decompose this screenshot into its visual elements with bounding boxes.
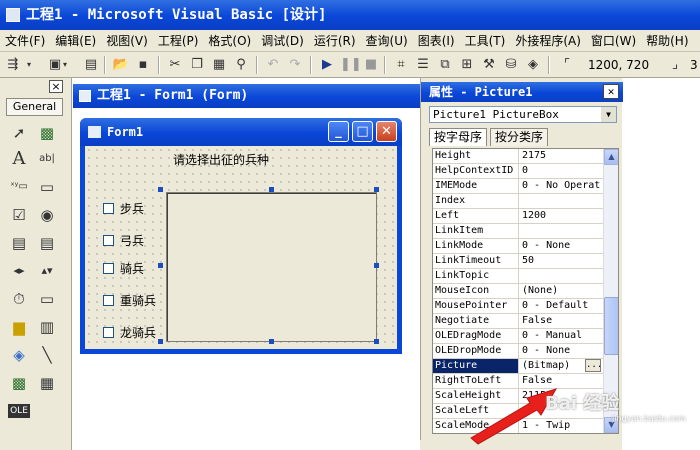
red-arrow-icon xyxy=(470,388,558,445)
watermark-text: Bai 经验 xyxy=(545,393,620,414)
annotation-arrow xyxy=(470,388,558,445)
watermark-url: jingyan.baidu.com xyxy=(612,414,686,423)
